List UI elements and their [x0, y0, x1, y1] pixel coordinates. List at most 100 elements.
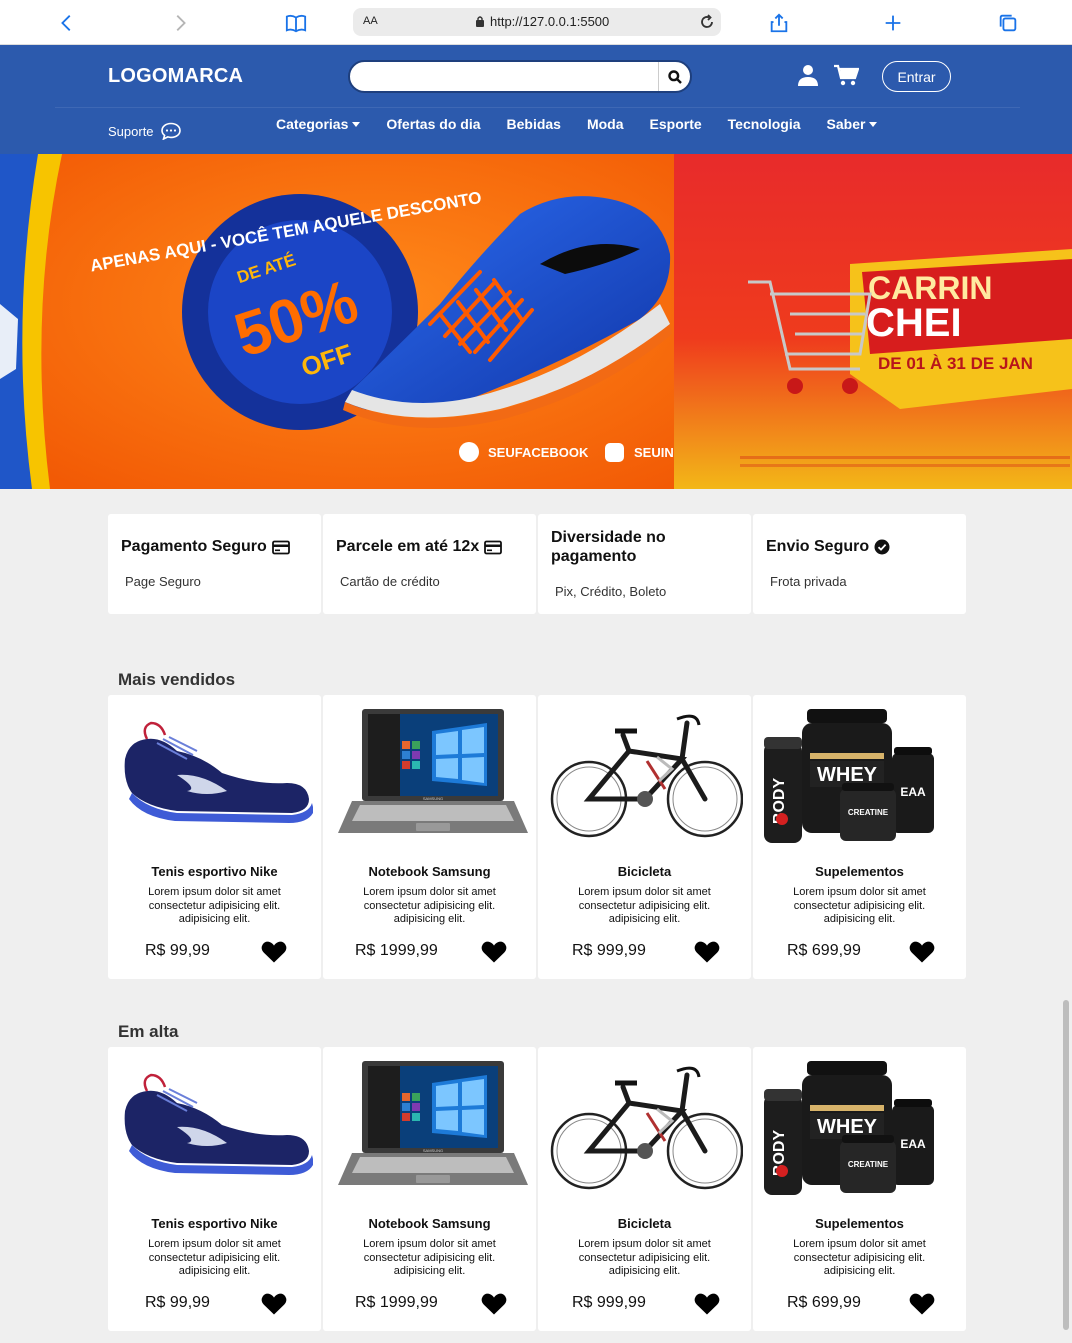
- feature-subtitle: Frota privada: [770, 574, 847, 589]
- product-card[interactable]: WHEY BODY EAA CREATINE Supelementos Lorem…: [753, 695, 966, 979]
- credit-card-icon: [271, 540, 290, 554]
- search-input[interactable]: [362, 68, 652, 88]
- text-size-button[interactable]: AA: [363, 15, 378, 27]
- nav-label: Ofertas do dia: [386, 116, 481, 132]
- product-name[interactable]: Notebook Samsung: [323, 864, 536, 879]
- product-card[interactable]: Bicicleta Lorem ipsum dolor sit amet cons…: [538, 1047, 751, 1331]
- bookmarks-icon[interactable]: [284, 11, 308, 35]
- new-tab-icon[interactable]: [881, 11, 905, 35]
- cart-icon[interactable]: [833, 64, 859, 86]
- product-card[interactable]: WHEY BODY EAA CREATINE Supelementos Lorem…: [753, 1047, 966, 1331]
- supplement-creatine-label: CREATINE: [848, 1160, 889, 1169]
- share-icon[interactable]: [767, 11, 791, 35]
- product-name[interactable]: Bicicleta: [538, 1216, 751, 1231]
- heart-icon[interactable]: [481, 941, 507, 963]
- logo[interactable]: LOGOMARCA: [108, 65, 243, 88]
- check-circle-icon: [874, 539, 890, 555]
- product-description: Lorem ipsum dolor sit amet consectetur a…: [363, 886, 496, 925]
- main-nav: Categorias Ofertas do dia Bebidas Moda E…: [276, 116, 903, 132]
- heart-icon[interactable]: [694, 1293, 720, 1315]
- product-price: R$ 99,99: [145, 1294, 210, 1311]
- login-button[interactable]: Entrar: [882, 61, 951, 92]
- product-card[interactable]: Tenis esportivo Nike Lorem ipsum dolor si…: [108, 1047, 321, 1331]
- product-description: Lorem ipsum dolor sit amet consectetur a…: [148, 1238, 281, 1277]
- header-divider: [55, 107, 1020, 108]
- product-image-shoe: [124, 721, 313, 823]
- product-name[interactable]: Tenis esportivo Nike: [108, 864, 321, 879]
- product-name[interactable]: Supelementos: [753, 864, 966, 879]
- feature-title: Parcele em até 12x: [336, 538, 503, 556]
- product-grid: Tenis esportivo Nike Lorem ipsum dolor si…: [108, 695, 966, 979]
- supplement-whey-label: WHEY: [817, 764, 878, 786]
- search-button[interactable]: [658, 62, 690, 91]
- nav-item-categorias[interactable]: Categorias: [276, 116, 361, 132]
- chevron-down-icon: [869, 121, 878, 127]
- nav-item-ofertas[interactable]: Ofertas do dia: [386, 116, 480, 132]
- social-facebook: SEUFACEBOOK: [488, 445, 589, 460]
- feature-card: Envio Seguro Frota privada: [753, 514, 966, 614]
- back-icon[interactable]: [55, 11, 79, 35]
- heart-icon[interactable]: [261, 941, 287, 963]
- feature-card: Parcele em até 12x Cartão de crédito: [323, 514, 536, 614]
- nav-item-tecnologia[interactable]: Tecnologia: [728, 116, 801, 132]
- product-card[interactable]: SAMSUNG Notebook Samsung Lorem ipsum dolo…: [323, 1047, 536, 1331]
- url-text: http://127.0.0.1:5500: [490, 14, 610, 29]
- nav-label: Bebidas: [506, 116, 561, 132]
- chat-icon: [160, 122, 181, 140]
- heart-icon[interactable]: [481, 1293, 507, 1315]
- supplement-whey-label: WHEY: [817, 1116, 878, 1138]
- tabs-overview-icon[interactable]: [996, 11, 1020, 35]
- banner-image: APENAS AQUI - VOCÊ TEM AQUELE DESCONTO D…: [0, 154, 1072, 489]
- feature-title: Diversidade no pagamento: [551, 529, 666, 565]
- support-link[interactable]: Suporte: [108, 122, 182, 140]
- support-label: Suporte: [108, 123, 154, 139]
- promo-banner-carousel[interactable]: APENAS AQUI - VOCÊ TEM AQUELE DESCONTO D…: [0, 154, 1072, 489]
- forward-icon[interactable]: [168, 11, 192, 35]
- nav-label: Saber: [826, 116, 866, 132]
- supplement-eaa-label: EAA: [900, 1137, 926, 1151]
- product-name[interactable]: Bicicleta: [538, 864, 751, 879]
- product-price: R$ 1999,99: [355, 942, 438, 959]
- product-image-bike: [550, 714, 743, 838]
- product-name[interactable]: Supelementos: [753, 1216, 966, 1231]
- heart-icon[interactable]: [694, 941, 720, 963]
- chevron-down-icon: [352, 121, 361, 127]
- heart-icon[interactable]: [909, 941, 935, 963]
- product-description: Lorem ipsum dolor sit amet consectetur a…: [578, 886, 711, 925]
- product-price: R$ 999,99: [572, 942, 646, 959]
- lock-icon: [476, 16, 484, 27]
- product-name[interactable]: Tenis esportivo Nike: [108, 1216, 321, 1231]
- social-instagram: SEUIN: [634, 445, 674, 460]
- product-card[interactable]: Bicicleta Lorem ipsum dolor sit amet cons…: [538, 695, 751, 979]
- nav-item-bebidas[interactable]: Bebidas: [507, 116, 561, 132]
- feature-subtitle: Cartão de crédito: [340, 574, 440, 589]
- product-name[interactable]: Notebook Samsung: [323, 1216, 536, 1231]
- reload-icon[interactable]: [698, 13, 716, 31]
- section-title: Em alta: [118, 1022, 179, 1041]
- laptop-brand-label: SAMSUNG: [423, 796, 443, 801]
- heart-icon[interactable]: [261, 1293, 287, 1315]
- product-card[interactable]: Tenis esportivo Nike Lorem ipsum dolor si…: [108, 695, 321, 979]
- promo-title-2: CHEI: [866, 301, 962, 345]
- page-scrollbar[interactable]: [1063, 1000, 1069, 1330]
- facebook-icon: [459, 442, 479, 462]
- nav-item-saber[interactable]: Saber: [827, 116, 878, 132]
- feature-card: Diversidade no pagamento Pix, Crédito, B…: [538, 514, 751, 614]
- product-description: Lorem ipsum dolor sit amet consectetur a…: [148, 886, 281, 925]
- heart-icon[interactable]: [909, 1293, 935, 1315]
- product-price: R$ 1999,99: [355, 1294, 438, 1311]
- nav-label: Moda: [586, 116, 624, 132]
- user-icon[interactable]: [797, 64, 819, 86]
- product-image-bike: [550, 1066, 743, 1190]
- feature-title-text: Envio Seguro: [766, 538, 870, 555]
- address-bar[interactable]: AA http://127.0.0.1:5500: [353, 8, 721, 36]
- product-card[interactable]: SAMSUNG Notebook Samsung Lorem ipsum dolo…: [323, 695, 536, 979]
- product-image-supplements: WHEY BODY EAA CREATINE: [764, 709, 934, 843]
- nav-item-moda[interactable]: Moda: [587, 116, 624, 132]
- nav-item-esporte[interactable]: Esporte: [650, 116, 702, 132]
- site-header: LOGOMARCA Entrar Suporte Categorias Ofer…: [0, 45, 1072, 154]
- product-description: Lorem ipsum dolor sit amet consectetur a…: [793, 886, 926, 925]
- feature-subtitle: Page Seguro: [125, 574, 201, 589]
- feature-card: Pagamento Seguro Page Seguro: [108, 514, 321, 614]
- laptop-brand-label: SAMSUNG: [423, 1148, 443, 1153]
